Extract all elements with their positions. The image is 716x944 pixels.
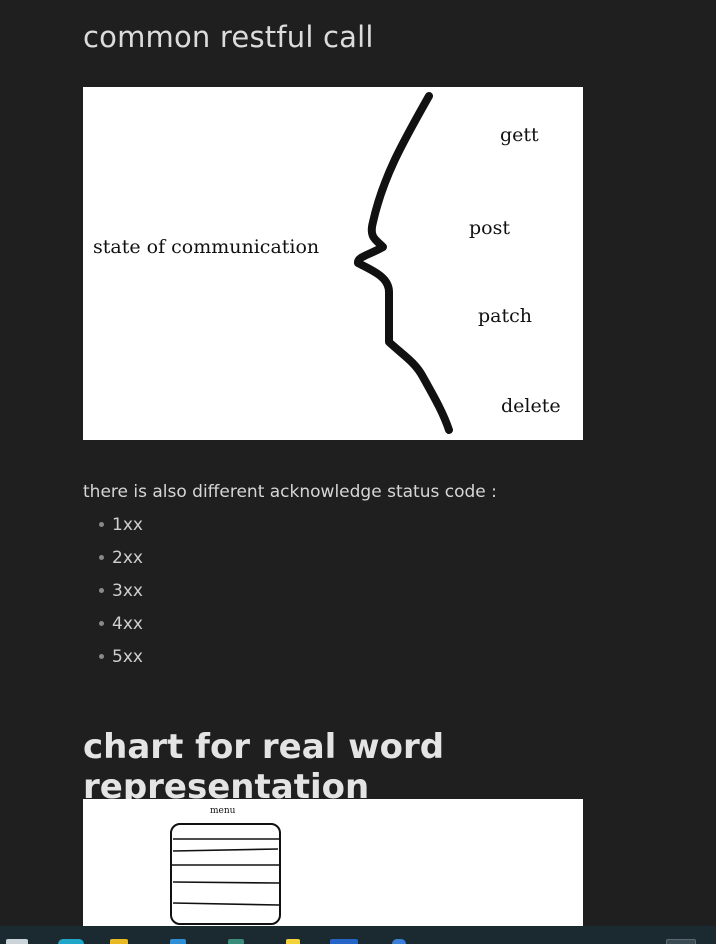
method-delete-label: delete [501, 395, 561, 417]
menu-diagram-image: menu [83, 799, 583, 926]
list-item: 3xx [97, 580, 143, 613]
file-explorer-icon[interactable] [110, 939, 128, 944]
page: common restful call state of communicati… [0, 0, 716, 944]
taskbar [0, 926, 716, 944]
terminal-icon[interactable] [228, 939, 244, 944]
bullet-icon [99, 588, 104, 593]
start-icon[interactable] [6, 939, 28, 944]
state-of-communication-label: state of communication [93, 236, 320, 258]
list-item-text: 4xx [112, 614, 143, 634]
status-code-list: 1xx 2xx 3xx 4xx 5xx [97, 514, 143, 679]
restful-diagram-image: state of communication gett post patch d… [83, 87, 583, 440]
section-heading-chart: chart for real word representation [83, 727, 445, 807]
bullet-icon [99, 654, 104, 659]
method-patch-label: patch [478, 305, 533, 327]
list-item-text: 3xx [112, 581, 143, 601]
list-item: 2xx [97, 547, 143, 580]
list-item: 4xx [97, 613, 143, 646]
list-item-text: 5xx [112, 647, 143, 667]
method-post-label: post [469, 217, 510, 239]
menu-label: menu [210, 806, 236, 816]
menu-box-drawing [170, 823, 281, 925]
word-icon[interactable] [330, 939, 358, 944]
list-item-text: 2xx [112, 548, 143, 568]
status-code-intro: there is also different acknowledge stat… [83, 482, 497, 502]
list-item: 1xx [97, 514, 143, 547]
settings-icon[interactable] [392, 939, 406, 944]
bullet-icon [99, 555, 104, 560]
list-item-text: 1xx [112, 515, 143, 535]
notes-icon[interactable] [286, 939, 300, 944]
section-heading-restful: common restful call [83, 20, 374, 54]
edge-icon[interactable] [58, 939, 84, 944]
list-item: 5xx [97, 646, 143, 679]
overflow-icon[interactable] [666, 939, 696, 944]
bullet-icon [99, 621, 104, 626]
store-icon[interactable] [170, 939, 186, 944]
method-gett-label: gett [500, 124, 539, 146]
bullet-icon [99, 522, 104, 527]
